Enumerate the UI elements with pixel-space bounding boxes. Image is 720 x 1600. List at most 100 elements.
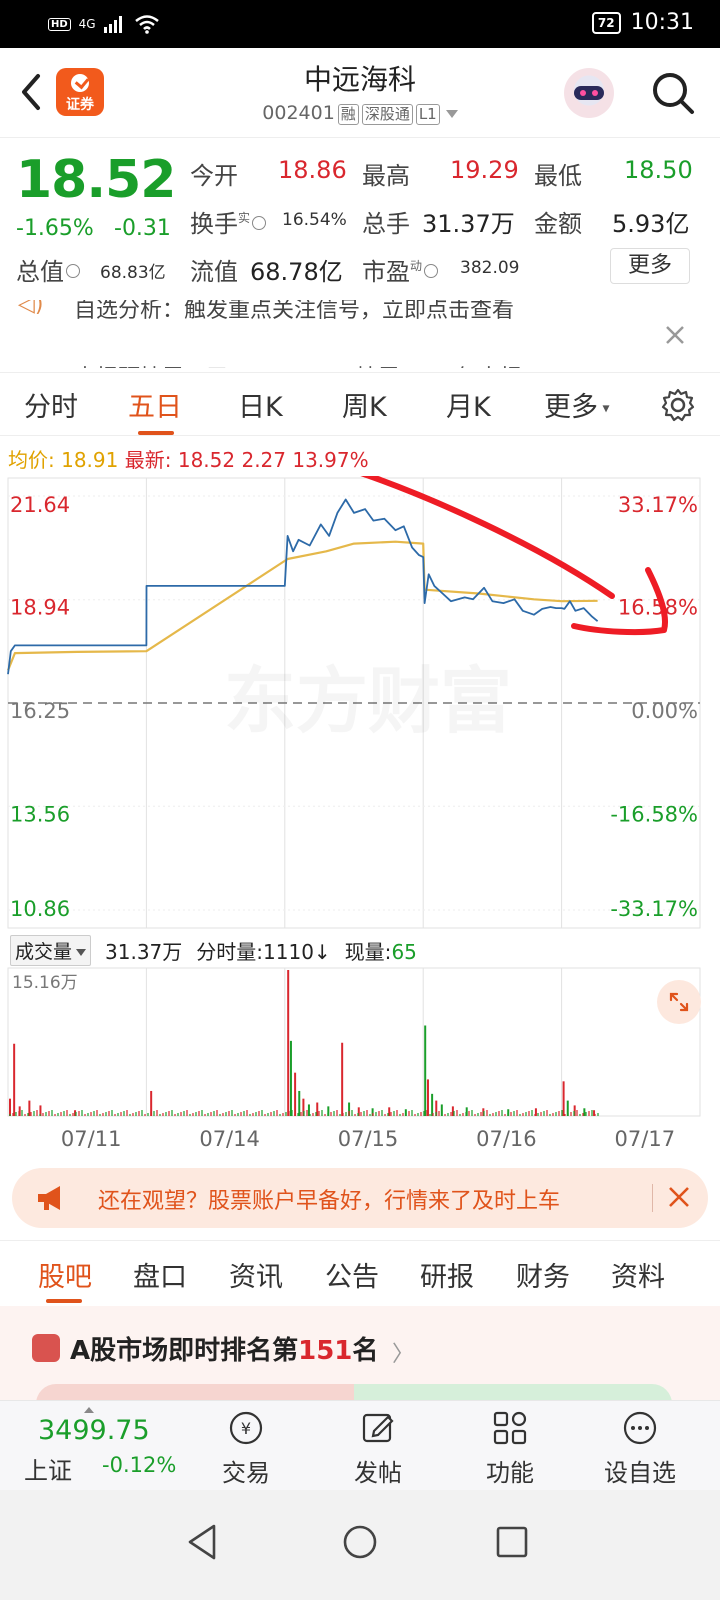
amount-label: 金额 xyxy=(534,210,582,238)
nav-home-icon[interactable] xyxy=(336,1518,384,1566)
close-icon[interactable] xyxy=(664,1182,694,1212)
avg-price-line xyxy=(6,540,598,671)
notice-analysis-text: 自选分析：触发重点关注信号，立即点击查看 xyxy=(74,300,515,320)
tab-financials[interactable]: 财务 xyxy=(516,1255,570,1294)
wifi-icon xyxy=(134,15,159,34)
tab-weekly-k[interactable]: 周K xyxy=(342,385,387,424)
tag-level: L1 xyxy=(415,104,440,125)
change-percent: -1.65% xyxy=(16,216,94,241)
post-label: 发帖 xyxy=(354,1459,402,1487)
chevron-down-icon xyxy=(445,109,458,118)
more-fields-button[interactable]: 更多 xyxy=(610,248,690,284)
tab-profile[interactable]: 资料 xyxy=(611,1255,665,1294)
mktcap-label: 总值 xyxy=(16,252,82,287)
index-value[interactable]: 3499.75 xyxy=(38,1415,150,1446)
tab-announcements[interactable]: 公告 xyxy=(325,1255,379,1294)
tab-forum[interactable]: 股吧 xyxy=(38,1255,92,1294)
y-tick-label-left: 13.56 xyxy=(10,802,70,826)
rank-chart-icon xyxy=(32,1334,60,1362)
watermark-logo: 东方财富 xyxy=(224,659,512,743)
add-watchlist-button[interactable]: 设自选 xyxy=(600,1409,680,1488)
tab-monthly-k[interactable]: 月K xyxy=(446,385,491,424)
five-day-chart[interactable]: 东方财富 21.64 33.17%18.94 16.58%16.25 0.00%13.… xyxy=(0,476,720,1176)
nav-back-icon[interactable] xyxy=(180,1518,228,1566)
turnover-label: 换手实 xyxy=(190,204,268,239)
x-tick-label: 07/16 xyxy=(476,1127,537,1151)
active-tab-indicator xyxy=(46,1299,82,1303)
market-rank-card[interactable]: A股市场即时排名第151名 〉 xyxy=(0,1306,720,1400)
divider xyxy=(652,1184,653,1212)
svg-text:¥: ¥ xyxy=(241,1419,251,1438)
chevron-right-icon: 〉 xyxy=(392,1342,415,1367)
tab-orderbook[interactable]: 盘口 xyxy=(133,1255,187,1294)
per-minute-volume: 分时量:1110↓ xyxy=(196,940,331,964)
latest-extra-1: 2.27 xyxy=(241,448,286,472)
y-tick-label-right: -16.58% xyxy=(610,802,698,826)
clock: 10:31 xyxy=(630,10,694,35)
trade-button[interactable]: ¥ 交易 xyxy=(206,1409,286,1488)
current-volume: 现量:65 xyxy=(344,940,417,964)
edit-icon xyxy=(362,1413,394,1443)
info-icon xyxy=(424,264,439,278)
nav-recents-icon[interactable] xyxy=(488,1518,536,1566)
rank-text: A股市场即时排名第151名 xyxy=(70,1336,379,1366)
float-label: 流值 xyxy=(190,258,238,286)
expand-icon[interactable] xyxy=(657,980,701,1024)
low-label: 最低 xyxy=(534,162,582,190)
last-price: 18.52 xyxy=(16,150,176,210)
status-right: 72 10:31 xyxy=(591,10,694,35)
high-label: 最高 xyxy=(362,162,410,190)
y-tick-label-right: 33.17% xyxy=(618,493,698,517)
volume-legend: 成交量 31.37万 分时量:1110↓ 现量:65 xyxy=(10,935,417,966)
latest-value: 18.52 xyxy=(177,448,236,472)
y-tick-label-left: 16.25 xyxy=(10,699,70,723)
tab-research[interactable]: 研报 xyxy=(420,1255,474,1294)
tab-more[interactable]: 更多 ▾ xyxy=(544,385,609,424)
y-tick-label-right: -33.17% xyxy=(610,897,698,921)
stock-code-row[interactable]: 002401 融深股通 L1 xyxy=(0,102,720,125)
post-button[interactable]: 发帖 xyxy=(338,1409,418,1488)
latest-label: 最新: xyxy=(124,448,172,472)
trade-icon: ¥ xyxy=(229,1411,263,1445)
volume-indicator-select[interactable]: 成交量 xyxy=(10,935,92,966)
chevron-up-icon[interactable] xyxy=(84,1407,94,1413)
gear-icon[interactable] xyxy=(660,387,696,423)
notice-report[interactable]: 中报预披露：于2025-08-27披露2025年中报 xyxy=(0,356,720,368)
turnover-value: 16.54% xyxy=(282,210,347,230)
more-dots-icon xyxy=(623,1411,657,1445)
functions-button[interactable]: 功能 xyxy=(470,1409,550,1488)
grid-icon xyxy=(493,1411,527,1445)
chart-legend: 均价: 18.91 最新: 18.52 2.27 13.97% xyxy=(8,444,369,473)
hd-icon: HD xyxy=(48,17,71,31)
index-change[interactable]: -0.12% xyxy=(102,1453,176,1477)
notice-analysis[interactable]: ◁) 自选分析：触发重点关注信号，立即点击查看 xyxy=(0,300,720,320)
status-bar: HD 4G 72 10:31 xyxy=(0,0,720,48)
active-tab-indicator xyxy=(138,431,174,435)
info-icon xyxy=(252,216,267,230)
assistant-robot-icon[interactable] xyxy=(564,68,614,118)
promo-banner[interactable]: 还在观望？股票账户早备好，行情来了及时上车 xyxy=(12,1168,708,1228)
tab-daily-k[interactable]: 日K xyxy=(238,385,283,424)
stock-header: 证券 中远海科 002401 融深股通 L1 xyxy=(0,48,720,138)
x-tick-label: 07/15 xyxy=(338,1127,399,1151)
price-line xyxy=(7,498,599,675)
close-icon[interactable] xyxy=(660,320,690,350)
signal-icon xyxy=(103,16,122,33)
search-icon[interactable] xyxy=(650,70,696,116)
y-tick-label-right: 0.00% xyxy=(631,699,698,723)
volume-label: 总手 xyxy=(362,210,410,238)
tab-five-day[interactable]: 五日 xyxy=(128,385,182,424)
amount-value: 5.93亿 xyxy=(612,210,690,238)
tag-margin: 融 xyxy=(337,104,359,125)
tab-news[interactable]: 资讯 xyxy=(229,1255,283,1294)
index-name[interactable]: 上证 xyxy=(24,1451,72,1486)
low-value: 18.50 xyxy=(624,156,693,184)
tab-intraday[interactable]: 分时 xyxy=(24,385,78,424)
content-tabs: 股吧 盘口 资讯 公告 研报 财务 资料 xyxy=(0,1240,720,1306)
x-tick-label: 07/11 xyxy=(61,1127,122,1151)
info-icon xyxy=(66,264,80,278)
float-value: 68.78亿 xyxy=(250,258,343,286)
system-nav-bar xyxy=(0,1490,720,1600)
x-tick-label: 07/14 xyxy=(199,1127,260,1151)
pe-value: 382.09 xyxy=(460,258,520,278)
